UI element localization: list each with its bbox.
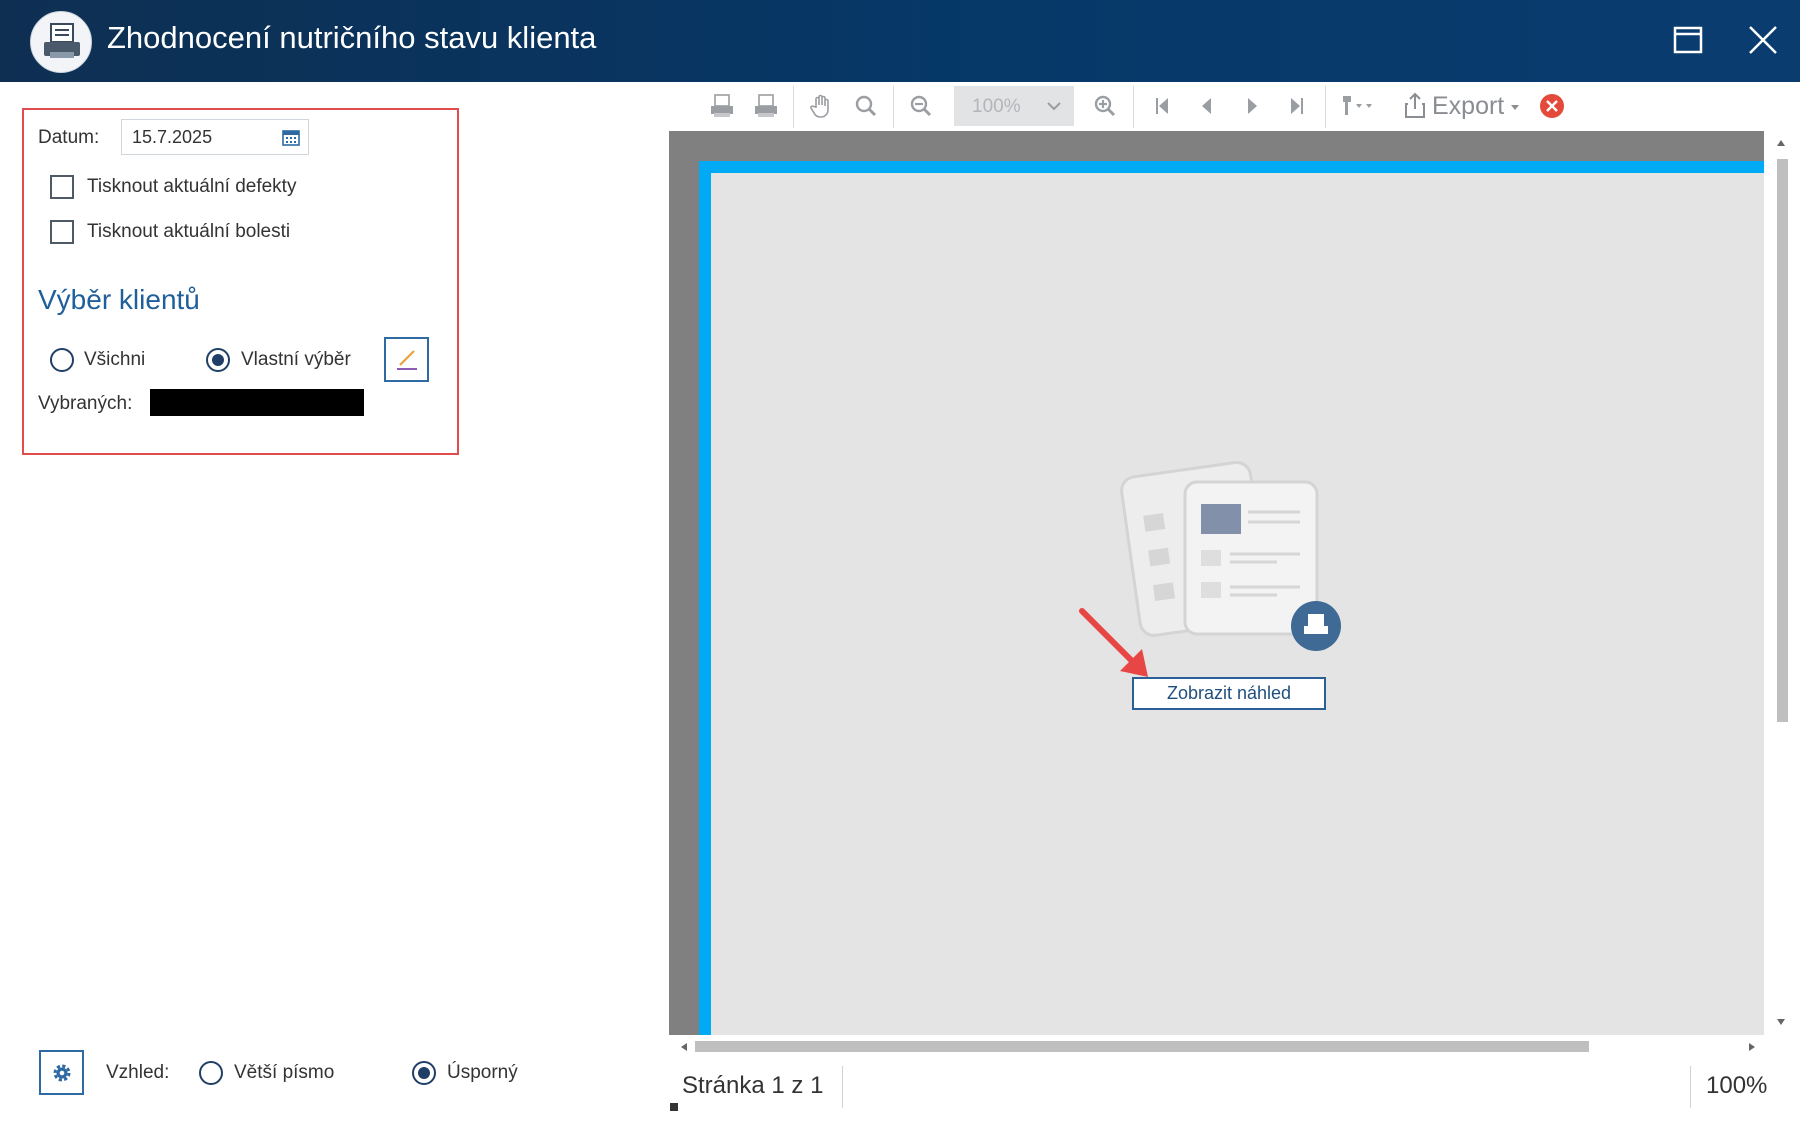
- prev-page-icon[interactable]: [1189, 88, 1225, 124]
- custom-selection-radio[interactable]: [206, 348, 230, 372]
- zoom-select[interactable]: 100%: [954, 86, 1074, 126]
- vertical-scroll-thumb[interactable]: [1777, 159, 1788, 722]
- print-icon[interactable]: [704, 88, 740, 124]
- page-border: [699, 161, 1764, 173]
- page-indicator: Stránka 1 z 1: [682, 1072, 824, 1099]
- print-defects-label: Tisknout aktuální defekty: [87, 176, 297, 197]
- horizontal-scrollbar[interactable]: [669, 1035, 1764, 1060]
- annotation-arrow-icon: [1079, 608, 1148, 677]
- maximize-icon[interactable]: [1666, 18, 1710, 62]
- edit-selection-button[interactable]: [384, 337, 429, 382]
- larger-font-radio[interactable]: [199, 1061, 223, 1085]
- compact-label: Úsporný: [447, 1062, 518, 1083]
- status-separator: [842, 1066, 843, 1108]
- zoom-select-value: 100%: [972, 96, 1021, 117]
- chevron-down-icon: [1511, 105, 1519, 110]
- toolbar-separator: [1325, 86, 1326, 128]
- close-icon[interactable]: [1741, 18, 1785, 62]
- window-title: Zhodnocení nutričního stavu klienta: [107, 20, 597, 55]
- page-setup-icon[interactable]: [1334, 88, 1384, 124]
- horizontal-scroll-thumb[interactable]: [695, 1041, 1589, 1052]
- calendar-icon[interactable]: [282, 128, 300, 151]
- compact-radio[interactable]: [412, 1061, 436, 1085]
- scroll-left-icon: [681, 1043, 687, 1051]
- resize-grip-icon[interactable]: [670, 1103, 678, 1111]
- toolbar-separator: [893, 86, 894, 128]
- title-bar: Zhodnocení nutričního stavu klienta: [0, 0, 1800, 82]
- next-page-icon[interactable]: [1234, 88, 1270, 124]
- last-page-icon[interactable]: [1279, 88, 1315, 124]
- all-clients-radio[interactable]: [50, 348, 74, 372]
- status-separator: [1690, 1066, 1691, 1108]
- page-border: [699, 161, 711, 1035]
- vertical-scrollbar[interactable]: [1764, 131, 1800, 1035]
- search-icon[interactable]: [848, 88, 884, 124]
- cancel-icon[interactable]: [1540, 94, 1564, 118]
- zoom-out-icon[interactable]: [903, 88, 939, 124]
- show-preview-button[interactable]: Zobrazit náhled: [1132, 677, 1326, 710]
- first-page-icon[interactable]: [1144, 88, 1180, 124]
- scroll-down-icon: [1777, 1019, 1785, 1025]
- quick-print-icon[interactable]: [748, 88, 784, 124]
- print-defects-checkbox[interactable]: [50, 175, 74, 199]
- selected-count-label: Vybraných:: [38, 393, 133, 414]
- pencil-icon: [397, 350, 417, 370]
- print-pains-label: Tisknout aktuální bolesti: [87, 221, 291, 242]
- printer-icon: [30, 11, 92, 73]
- all-clients-label: Všichni: [84, 349, 146, 370]
- settings-button[interactable]: [39, 1050, 84, 1095]
- date-label: Datum:: [38, 127, 100, 148]
- appearance-label: Vzhled:: [106, 1062, 170, 1083]
- date-field[interactable]: [121, 119, 309, 155]
- custom-selection-label: Vlastní výběr: [241, 349, 351, 370]
- toolbar-separator: [793, 86, 794, 128]
- scroll-right-icon: [1749, 1043, 1755, 1051]
- export-icon: [1405, 92, 1425, 118]
- export-label: Export: [1432, 92, 1505, 120]
- date-input[interactable]: [132, 125, 272, 149]
- print-pains-checkbox[interactable]: [50, 220, 74, 244]
- zoom-in-icon[interactable]: [1087, 88, 1123, 124]
- hand-tool-icon[interactable]: [804, 88, 840, 124]
- toolbar-separator: [1133, 86, 1134, 128]
- gear-icon: [53, 1064, 71, 1082]
- client-selection-heading: Výběr klientů: [38, 284, 200, 315]
- larger-font-label: Větší písmo: [234, 1062, 335, 1083]
- zoom-indicator: 100%: [1706, 1072, 1768, 1099]
- selected-clients-redacted: [150, 389, 364, 416]
- scroll-up-icon: [1777, 140, 1785, 146]
- chevron-down-icon: [1047, 102, 1061, 111]
